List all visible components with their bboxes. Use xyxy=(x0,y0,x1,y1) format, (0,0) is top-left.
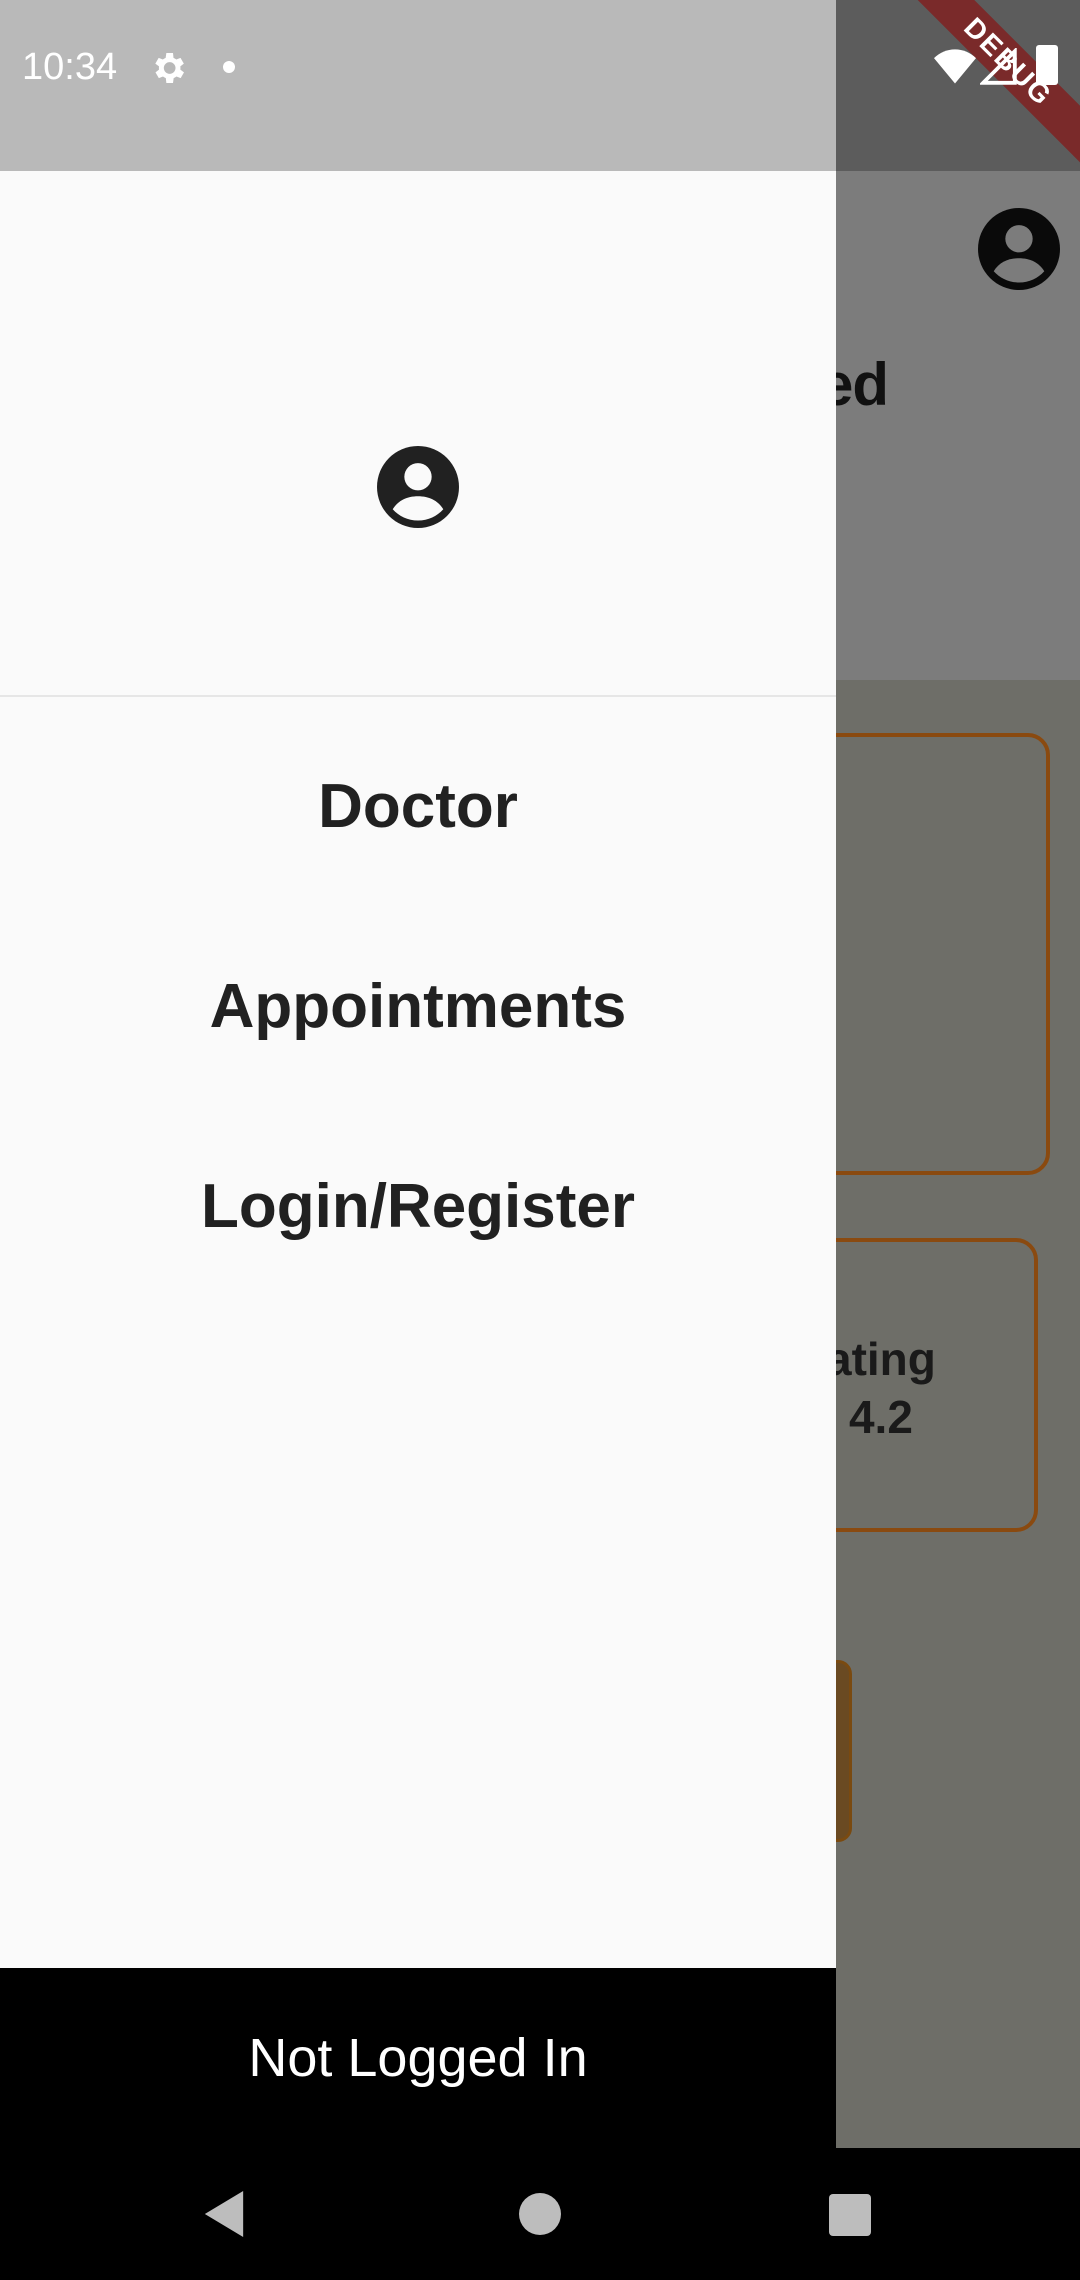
status-time: 10:34 xyxy=(22,46,118,88)
drawer-header xyxy=(0,171,836,697)
wifi-icon xyxy=(934,49,976,84)
login-status-footer: Not Logged In xyxy=(0,1968,836,2148)
menu-item-doctor[interactable]: Doctor xyxy=(0,771,836,842)
menu-item-appointments[interactable]: Appointments xyxy=(0,971,836,1042)
navigation-drawer: Doctor Appointments Login/Register xyxy=(0,171,836,1969)
battery-icon xyxy=(1036,45,1058,85)
status-bar xyxy=(0,0,836,171)
system-nav-bar xyxy=(0,2148,1080,2280)
rating-value: 4.2 xyxy=(848,1391,913,1443)
home-icon[interactable] xyxy=(519,2193,561,2235)
gear-icon xyxy=(155,53,184,83)
menu-item-login-register[interactable]: Login/Register xyxy=(0,1171,836,1242)
rating-label: ating xyxy=(826,1333,936,1385)
back-icon[interactable] xyxy=(204,2191,244,2237)
account-circle-icon[interactable] xyxy=(377,446,459,528)
background-rating-text: ating 4.2 xyxy=(826,1330,936,1446)
account-circle-icon xyxy=(978,208,1060,290)
signal-icon xyxy=(980,48,1017,85)
recent-apps-icon[interactable] xyxy=(829,2194,871,2236)
notification-dot-icon xyxy=(223,61,235,73)
